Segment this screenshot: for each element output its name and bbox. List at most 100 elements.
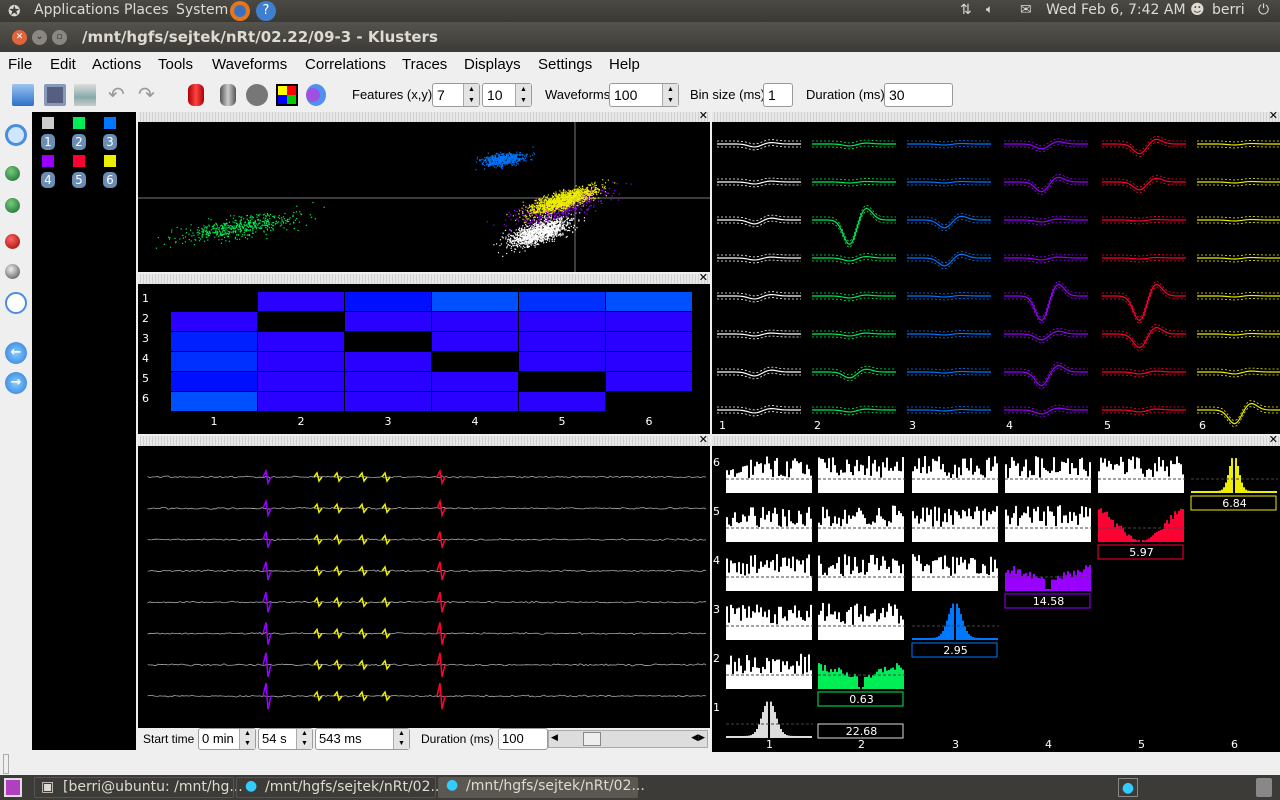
close-icon[interactable]: ✕	[1269, 109, 1278, 122]
volume-icon[interactable]: 🔈︎	[986, 2, 993, 17]
new-clusters-icon[interactable]	[5, 198, 20, 213]
spin-arrows-icon[interactable]: ▲ ▼	[463, 84, 479, 106]
error-matrix[interactable]: 1 2 3 4 5 6 1 2 3 4 5 6	[138, 284, 710, 434]
cluster-view-panel[interactable]: ✕	[138, 109, 710, 272]
panel-header[interactable]: ✕	[138, 271, 710, 284]
menu-traces[interactable]: Traces	[402, 56, 447, 73]
feature-x-spinbox[interactable]: 7 ▲ ▼	[432, 83, 480, 107]
save-icon[interactable]	[44, 84, 66, 106]
cluster-id-badge[interactable]: 6	[103, 172, 117, 188]
cluster-color-swatch[interactable]	[42, 117, 54, 129]
open-icon[interactable]	[12, 84, 34, 106]
panel-header[interactable]: ✕	[138, 109, 710, 122]
error-matrix-panel[interactable]: ✕ 1 2 3 4 5 6 1 2 3 4 5 6	[138, 271, 710, 434]
panel-header[interactable]: ✕	[712, 109, 1280, 122]
grey-circle-icon[interactable]	[246, 84, 268, 106]
close-icon[interactable]: ✕	[699, 271, 708, 284]
clock[interactable]: Wed Feb 6, 7:42 AM	[1046, 2, 1186, 18]
menu-tools[interactable]: Tools	[158, 56, 193, 73]
zoom-icon[interactable]	[5, 124, 27, 146]
menu-displays[interactable]: Displays	[464, 56, 521, 73]
trace-scrollbar[interactable]: ◀ ◀▶	[548, 730, 708, 748]
delete-noise-icon[interactable]	[5, 264, 20, 279]
firefox-icon[interactable]	[230, 1, 250, 21]
waveform-panel[interactable]: ✕ 1 2 3 4 5 6	[712, 109, 1280, 434]
menu-applications[interactable]: Applications	[34, 2, 120, 18]
minimize-window-button[interactable]: ⌄	[32, 30, 47, 45]
traces-panel[interactable]: ✕	[138, 433, 710, 728]
cluster-color-swatch[interactable]	[104, 117, 116, 129]
task-klusters-2[interactable]: ● /mnt/hgfs/sejtek/nRt/02...	[438, 777, 645, 798]
next-icon[interactable]: →	[5, 372, 27, 394]
close-window-button[interactable]: ✕	[12, 30, 27, 45]
new-cluster-icon[interactable]	[5, 166, 20, 181]
menu-places[interactable]: Places	[124, 2, 169, 18]
cluster-color-swatch[interactable]	[104, 155, 116, 167]
undo-icon[interactable]: ↶	[108, 84, 130, 106]
trace-duration-input[interactable]: 100	[498, 728, 548, 750]
waveform-view[interactable]: 1 2 3 4 5 6	[712, 122, 1280, 434]
spin-arrows-icon[interactable]: ▲ ▼	[515, 84, 531, 106]
cluster-id-badge[interactable]: 1	[41, 134, 55, 150]
feature-scatter-plot[interactable]	[138, 122, 710, 272]
scroll-right-icon[interactable]: ◀▶	[691, 732, 705, 743]
print-icon[interactable]	[74, 84, 96, 106]
time-icon[interactable]	[5, 292, 27, 314]
menu-waveforms[interactable]: Waveforms	[212, 56, 287, 73]
grey-cylinder-icon[interactable]	[220, 84, 236, 106]
menu-edit[interactable]: Edit	[50, 56, 76, 73]
menu-correlations[interactable]: Correlations	[305, 56, 386, 73]
previous-icon[interactable]: ←	[5, 342, 27, 364]
close-icon[interactable]: ✕	[699, 433, 708, 446]
redo-icon[interactable]: ↷	[138, 84, 160, 106]
maximize-window-button[interactable]: ▫	[52, 30, 67, 45]
username[interactable]: berri	[1212, 2, 1245, 18]
cluster-overlap-icon[interactable]	[306, 84, 326, 106]
help-icon[interactable]: ?	[256, 1, 276, 21]
spin-arrows-icon[interactable]: ▲ ▼	[296, 729, 312, 749]
scroll-left-icon[interactable]: ◀	[551, 732, 558, 743]
spin-arrows-icon[interactable]: ▲ ▼	[393, 729, 409, 749]
delete-artifact-icon[interactable]	[5, 234, 20, 249]
show-desktop-icon[interactable]	[4, 778, 22, 797]
menu-actions[interactable]: Actions	[92, 56, 141, 73]
start-ms-spinbox[interactable]: 543 ms ▲ ▼	[315, 728, 410, 750]
duration-input[interactable]: 30	[884, 83, 953, 107]
red-cylinder-icon[interactable]	[188, 84, 204, 106]
feature-y-spinbox[interactable]: 10 ▲ ▼	[482, 83, 532, 107]
mail-icon[interactable]: ✉	[1020, 2, 1032, 18]
color-grid-icon[interactable]	[276, 84, 298, 106]
close-icon[interactable]: ✕	[699, 109, 708, 122]
correlogram-view[interactable]: 6 5 4 3 2 1 1 2 3 4 5 6 6.84 5.97 14.58 2.95 0.63 22.68	[712, 446, 1280, 752]
correlogram-panel[interactable]: ✕ 6 5 4 3 2 1 1 2 3 4 5 6 6.84 5.97 14.58 2.95 0.63 22.68	[712, 433, 1280, 752]
cluster-id-badge[interactable]: 5	[72, 172, 86, 188]
power-icon[interactable]: ⏻	[1258, 2, 1269, 18]
ubuntu-logo-icon[interactable]: ✪	[8, 2, 21, 20]
task-terminal[interactable]: ▣ [berri@ubuntu: /mnt/hg...	[34, 777, 243, 798]
spin-arrows-icon[interactable]: ▲ ▼	[662, 84, 678, 106]
start-s-spinbox[interactable]: 54 s ▲ ▼	[258, 728, 313, 750]
binsize-input[interactable]: 1	[763, 83, 793, 107]
scroll-thumb[interactable]	[583, 732, 601, 746]
cluster-id-badge[interactable]: 3	[103, 134, 117, 150]
menu-file[interactable]: File	[8, 56, 32, 73]
waveforms-spinbox[interactable]: 100 ▲ ▼	[609, 83, 679, 107]
panel-header[interactable]: ✕	[138, 433, 710, 446]
trash-icon[interactable]	[1256, 778, 1272, 797]
cluster-color-swatch[interactable]	[73, 155, 85, 167]
close-icon[interactable]: ✕	[1269, 433, 1278, 446]
traces-view[interactable]	[138, 446, 710, 728]
menu-system[interactable]: System	[176, 2, 228, 18]
task-klusters-1[interactable]: ● /mnt/hgfs/sejtek/nRt/02...	[236, 777, 444, 798]
user-icon[interactable]: ☻	[1190, 2, 1205, 18]
cluster-color-swatch[interactable]	[42, 155, 54, 167]
cluster-id-badge[interactable]: 4	[41, 172, 55, 188]
start-min-spinbox[interactable]: 0 min ▲ ▼	[198, 728, 256, 750]
spin-arrows-icon[interactable]: ▲ ▼	[239, 729, 255, 749]
cluster-color-swatch[interactable]	[73, 117, 85, 129]
panel-header[interactable]: ✕	[712, 433, 1280, 446]
menu-settings[interactable]: Settings	[538, 56, 592, 73]
menu-help[interactable]: Help	[609, 56, 640, 73]
cluster-id-badge[interactable]: 2	[72, 134, 86, 150]
network-icon[interactable]: ⇅	[960, 2, 972, 18]
